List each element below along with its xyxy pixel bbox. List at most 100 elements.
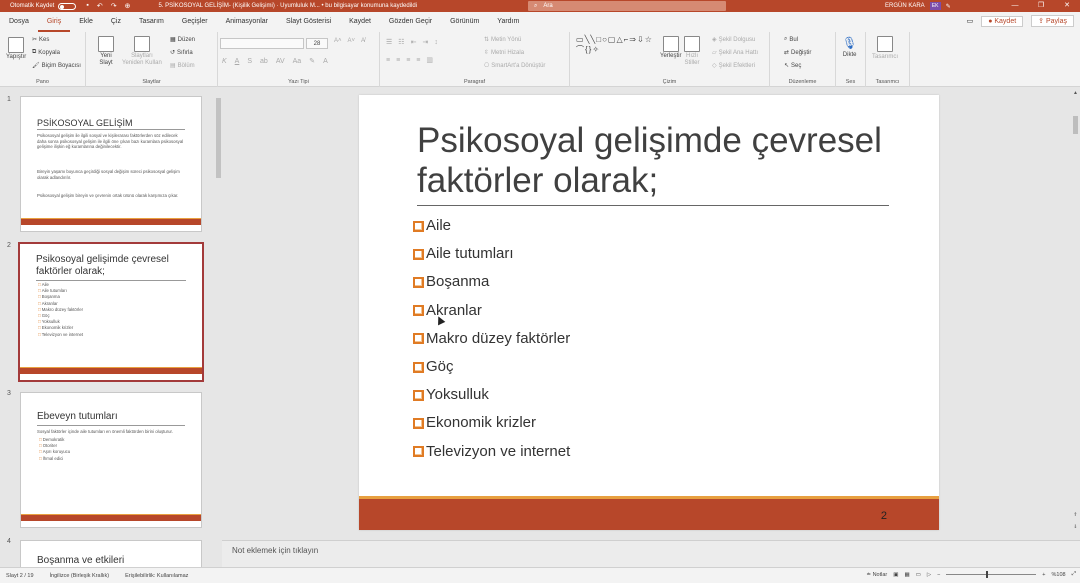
decrease-indent-icon[interactable]: ⇤ bbox=[411, 38, 417, 46]
shape-line2-icon[interactable]: ╲ bbox=[590, 35, 595, 44]
tab-tasarim[interactable]: Tasarım bbox=[130, 12, 173, 32]
align-left-icon[interactable]: ≡ bbox=[386, 57, 390, 64]
cut-button[interactable]: ✂ Kes bbox=[32, 36, 49, 44]
text-direction-button[interactable]: ⇅ Metin Yönü bbox=[484, 36, 521, 44]
save-icon[interactable]: ▪ bbox=[86, 2, 88, 10]
search-input[interactable]: ⌕ Ara bbox=[528, 1, 726, 11]
slide-canvas[interactable]: Psikosoyal gelişimde çevresel faktörler … bbox=[359, 95, 939, 530]
shape-star2-icon[interactable]: ✧ bbox=[592, 45, 599, 54]
strike-icon[interactable]: S bbox=[247, 58, 252, 65]
previous-slide-icon[interactable]: ⇑ bbox=[1071, 512, 1080, 518]
scrollbar-thumb[interactable] bbox=[1073, 116, 1078, 134]
start-presentation-icon[interactable]: ⊕ bbox=[125, 2, 131, 10]
shape-textbox-icon[interactable]: ▭ bbox=[576, 35, 584, 44]
zoom-level[interactable]: %108 bbox=[1052, 572, 1066, 578]
shape-rect-icon[interactable]: □ bbox=[596, 35, 601, 44]
grow-font-icon[interactable]: A˄ bbox=[334, 38, 342, 44]
reuse-slides-button[interactable]: Slaytları Yeniden Kullan bbox=[122, 36, 162, 66]
redo-icon[interactable]: ↷ bbox=[111, 2, 117, 10]
shape-rect2-icon[interactable]: ▢ bbox=[608, 35, 616, 44]
tab-dosya[interactable]: Dosya bbox=[0, 12, 38, 32]
align-text-button[interactable]: ⇳ Metni Hizala bbox=[484, 49, 524, 57]
tab-ciz[interactable]: Çiz bbox=[102, 12, 130, 32]
normal-view-icon[interactable]: ▣ bbox=[893, 572, 898, 578]
thumbnails-scrollbar[interactable] bbox=[214, 93, 222, 567]
shape-triangle-icon[interactable]: △ bbox=[616, 35, 622, 44]
clear-format-icon[interactable]: A̸ bbox=[361, 38, 365, 44]
reading-view-icon[interactable]: ▭ bbox=[916, 572, 921, 578]
shape-brace2-icon[interactable]: } bbox=[589, 45, 592, 54]
scrollbar-thumb[interactable] bbox=[216, 98, 221, 178]
section-button[interactable]: ▤ Bölüm bbox=[170, 62, 195, 70]
tab-kaydet[interactable]: Kaydet bbox=[340, 12, 380, 32]
shape-oval-icon[interactable]: ○ bbox=[602, 35, 607, 44]
zoom-out-icon[interactable]: − bbox=[937, 572, 940, 578]
pen-icon[interactable]: ✎ bbox=[946, 3, 951, 10]
slide-sorter-icon[interactable]: ▦ bbox=[904, 572, 909, 578]
abc-icon[interactable]: ab bbox=[260, 58, 268, 65]
align-right-icon[interactable]: ≡ bbox=[406, 57, 410, 64]
slide-title[interactable]: Psikosoyal gelişimde çevresel faktörler … bbox=[417, 121, 897, 201]
next-slide-icon[interactable]: ⇓ bbox=[1071, 524, 1080, 530]
shape-arrow-icon[interactable]: ⇒ bbox=[629, 35, 636, 44]
shape-line-icon[interactable]: ╲ bbox=[585, 35, 590, 44]
new-slide-button[interactable]: Yeni Slayt bbox=[98, 36, 114, 66]
select-button[interactable]: ↖ Seç bbox=[784, 62, 801, 70]
font-color-icon[interactable]: A bbox=[323, 58, 328, 65]
case-icon[interactable]: Aa bbox=[293, 58, 302, 65]
shrink-font-icon[interactable]: A˅ bbox=[348, 38, 356, 44]
line-spacing-icon[interactable]: ↕ bbox=[434, 39, 438, 46]
shape-effects-button[interactable]: ◇ Şekil Efektleri bbox=[712, 62, 755, 70]
slide-bullet-list[interactable]: Aile Aile tutumları Boşanma Akranlar Mak… bbox=[413, 212, 570, 466]
tab-gorunum[interactable]: Görünüm bbox=[441, 12, 488, 32]
quick-styles-button[interactable]: Hızlı Stiller bbox=[684, 36, 700, 66]
tab-gozden-gecir[interactable]: Gözden Geçir bbox=[380, 12, 441, 32]
comments-icon[interactable]: ▭ bbox=[967, 17, 974, 25]
tab-yardim[interactable]: Yardım bbox=[488, 12, 528, 32]
numbering-icon[interactable]: ☷ bbox=[398, 38, 404, 46]
shape-arrow2-icon[interactable]: ⇩ bbox=[637, 35, 644, 44]
increase-indent-icon[interactable]: ⇥ bbox=[422, 38, 428, 46]
spacing-icon[interactable]: AV bbox=[276, 58, 285, 65]
dictate-button[interactable]: 🎙 Dikte bbox=[842, 36, 857, 58]
tab-gecisler[interactable]: Geçişler bbox=[173, 12, 217, 32]
shapes-gallery[interactable]: ▭ ╲ ╲ □ ○ ▢ △ ⌐ ⇒ ⇩ ☆ ⌒{} ✧ bbox=[576, 35, 654, 54]
tab-ekle[interactable]: Ekle bbox=[70, 12, 102, 32]
italic-icon[interactable]: K bbox=[222, 58, 227, 65]
align-center-icon[interactable]: ≡ bbox=[396, 57, 400, 64]
slideshow-icon[interactable]: ▷ bbox=[927, 572, 931, 578]
slide-thumbnail-1[interactable]: PSİKOSOYAL GELİŞİM Psikososyal gelişim i… bbox=[20, 96, 202, 232]
font-name-select[interactable] bbox=[220, 38, 304, 49]
shape-corner-icon[interactable]: ⌐ bbox=[624, 35, 629, 44]
zoom-slider[interactable] bbox=[946, 571, 1037, 578]
undo-icon[interactable]: ↶ bbox=[97, 2, 103, 10]
minimize-icon[interactable]: — bbox=[1002, 0, 1028, 12]
justify-icon[interactable]: ≡ bbox=[416, 57, 420, 64]
user-account[interactable]: ERGÜN KARA EK ✎ bbox=[885, 0, 951, 12]
accessibility-indicator[interactable]: Erişilebilirlik: Kullanılamaz bbox=[125, 573, 188, 579]
slide-thumbnail-2[interactable]: Psikosoyal gelişimde çevresel faktörler … bbox=[18, 242, 204, 382]
slide-thumbnail-3[interactable]: Ebeveyn tutumları Sosyal faktörler içind… bbox=[20, 392, 202, 528]
fit-slide-icon[interactable]: ⤢ bbox=[1072, 571, 1076, 578]
copy-button[interactable]: ⧉ Kopyala bbox=[32, 49, 60, 56]
smartart-button[interactable]: ⎔ SmartArt'a Dönüştür bbox=[484, 62, 545, 70]
editor-scrollbar[interactable]: ▲ ⇑ ⇓ bbox=[1071, 88, 1080, 540]
highlight-icon[interactable]: ✎ bbox=[309, 57, 315, 65]
tab-animasyonlar[interactable]: Animasyonlar bbox=[217, 12, 277, 32]
zoom-in-icon[interactable]: + bbox=[1042, 572, 1045, 578]
paste-button[interactable]: Yapıştır bbox=[6, 37, 26, 60]
language-indicator[interactable]: İngilizce (Birleşik Krallık) bbox=[50, 573, 110, 579]
record-button[interactable]: ● Kaydet bbox=[981, 15, 1024, 27]
arrange-button[interactable]: Yerleştir bbox=[660, 36, 681, 59]
shape-brace-icon[interactable]: { bbox=[585, 45, 588, 54]
tab-slayt-gosterisi[interactable]: Slayt Gösterisi bbox=[277, 12, 340, 32]
font-size-select[interactable]: 28 bbox=[306, 38, 328, 49]
notes-pane[interactable]: Not eklemek için tıklayın bbox=[222, 540, 1080, 567]
slide-thumbnail-4[interactable]: Boşanma ve etkileri bbox=[20, 540, 202, 567]
format-painter-button[interactable]: 🖌 Biçim Boyacısı bbox=[32, 62, 81, 70]
scroll-up-icon[interactable]: ▲ bbox=[1071, 90, 1080, 96]
shape-fill-button[interactable]: ◈ Şekil Dolgusu bbox=[712, 36, 755, 44]
autosave[interactable]: Otomatik Kaydet bbox=[10, 2, 77, 10]
reset-button[interactable]: ↺ Sıfırla bbox=[170, 49, 193, 57]
tab-giris[interactable]: Giriş bbox=[37, 12, 71, 32]
